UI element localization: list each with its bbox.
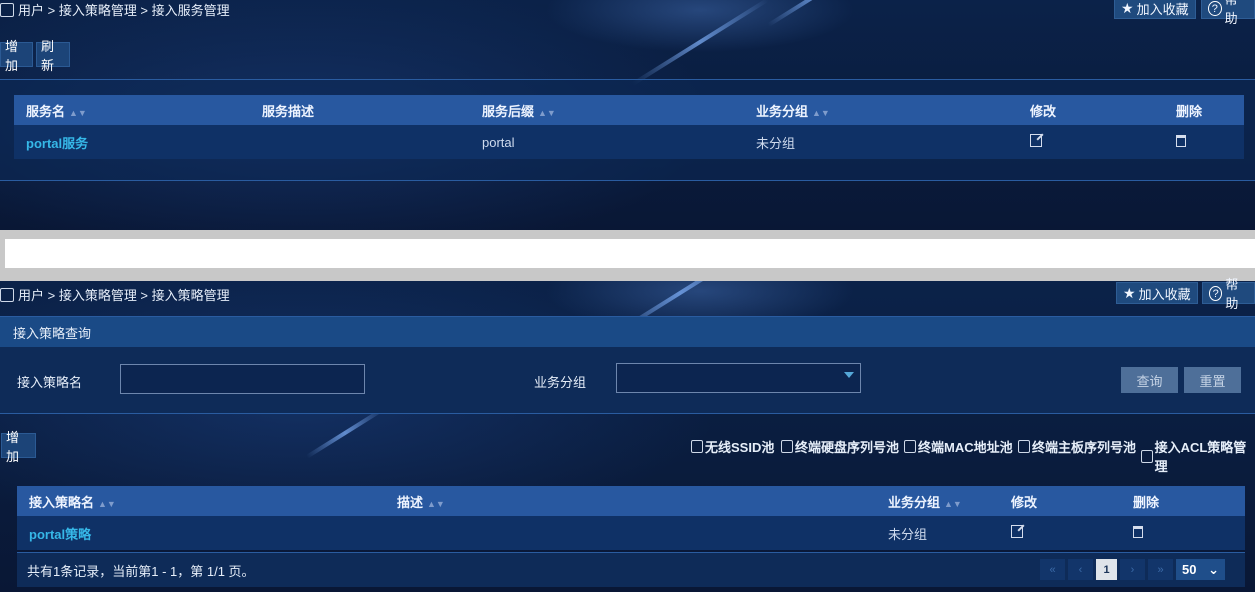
prev-page-button[interactable]: ‹ xyxy=(1068,559,1093,580)
breadcrumb-text: 用户 > 接入策略管理 > 接入服务管理 xyxy=(18,3,230,18)
current-page[interactable]: 1 xyxy=(1096,559,1117,580)
delete-cell xyxy=(1121,516,1245,550)
help-label: 帮助 xyxy=(1224,0,1238,26)
reset-button[interactable]: 重置 xyxy=(1184,367,1241,393)
policy-name-link[interactable]: portal策略 xyxy=(17,516,385,550)
sort-icon: ▲▼ xyxy=(427,498,445,509)
query-button[interactable]: 查询 xyxy=(1121,367,1178,393)
page-size-value: 50 xyxy=(1182,562,1197,577)
desc-cell xyxy=(385,516,876,550)
chevron-down-icon: ⌄ xyxy=(1208,561,1219,577)
refresh-button[interactable]: 刷新 xyxy=(36,39,70,73)
pool-icon xyxy=(1018,440,1030,453)
table-row: portal服务 portal 未分组 xyxy=(14,125,1244,159)
breadcrumb: 用户 > 接入策略管理 > 接入策略管理 xyxy=(0,285,230,304)
tool-board-serial-pool[interactable]: 终端主板序列号池 xyxy=(1018,437,1136,456)
query-section-header: 接入策略查询 xyxy=(0,316,1255,348)
trash-icon[interactable] xyxy=(1133,525,1143,538)
first-page-button[interactable]: « xyxy=(1040,559,1065,580)
add-favorite-label: 加入收藏 xyxy=(1138,286,1191,302)
sort-icon: ▲▼ xyxy=(98,498,116,509)
last-page-button[interactable]: » xyxy=(1148,559,1173,580)
group-cell: 未分组 xyxy=(876,516,999,550)
column-header-service-suffix[interactable]: 服务后缀 ▲▼ xyxy=(470,95,744,125)
service-desc-cell xyxy=(250,125,470,159)
acl-icon xyxy=(1141,449,1153,463)
query-form: 接入策略名 业务分组 查询 重置 xyxy=(0,347,1255,414)
pool-icon xyxy=(904,440,916,453)
column-header-edit: 修改 xyxy=(1018,95,1164,125)
service-suffix-cell: portal xyxy=(470,125,744,159)
sort-icon: ▲▼ xyxy=(812,107,830,118)
delete-cell xyxy=(1164,125,1244,159)
policy-table: 接入策略名 ▲▼ 描述 ▲▼ 业务分组 ▲▼ 修改 删除 portal策略 未分组 xyxy=(17,486,1245,550)
trash-icon[interactable] xyxy=(1176,134,1186,147)
breadcrumb: 用户 > 接入策略管理 > 接入服务管理 xyxy=(0,0,230,19)
table-row: portal策略 未分组 xyxy=(17,516,1245,550)
table-header-row: 服务名 ▲▼ 服务描述 服务后缀 ▲▼ 业务分组 ▲▼ 修改 删除 xyxy=(14,95,1244,125)
column-header-delete: 删除 xyxy=(1121,486,1245,516)
help-icon: ? xyxy=(1209,285,1223,301)
screenshot-divider xyxy=(0,230,1255,281)
tool-disk-serial-pool[interactable]: 终端硬盘序列号池 xyxy=(781,437,899,456)
edit-cell xyxy=(1018,125,1164,159)
user-icon xyxy=(0,2,14,17)
column-header-service-name[interactable]: 服务名 ▲▼ xyxy=(14,95,250,125)
column-header-group[interactable]: 业务分组 ▲▼ xyxy=(744,95,1018,125)
policy-name-input[interactable] xyxy=(120,364,365,394)
add-favorite-button[interactable]: ★ 加入收藏 xyxy=(1116,282,1198,304)
background-decoration xyxy=(767,0,863,27)
edit-icon[interactable] xyxy=(1030,134,1042,147)
sort-icon: ▲▼ xyxy=(69,107,87,118)
background-decoration xyxy=(631,0,769,87)
table-header-row: 接入策略名 ▲▼ 描述 ▲▼ 业务分组 ▲▼ 修改 删除 xyxy=(17,486,1245,516)
pool-icon xyxy=(781,440,793,453)
tool-mac-pool[interactable]: 终端MAC地址池 xyxy=(904,437,1013,456)
page-size-select[interactable]: 50 ⌄ xyxy=(1176,559,1225,580)
query-title: 接入策略查询 xyxy=(13,326,92,341)
group-select[interactable] xyxy=(616,363,861,393)
user-icon xyxy=(0,287,14,302)
column-header-desc[interactable]: 描述 ▲▼ xyxy=(385,486,876,516)
help-button[interactable]: ? 帮助 xyxy=(1202,277,1255,311)
edit-icon[interactable] xyxy=(1011,525,1023,538)
breadcrumb-text: 用户 > 接入策略管理 > 接入策略管理 xyxy=(18,288,230,303)
sort-icon: ▲▼ xyxy=(538,107,556,118)
add-button[interactable]: 增加 xyxy=(1,430,36,464)
star-icon: ★ xyxy=(1123,285,1136,301)
next-page-button[interactable]: › xyxy=(1120,559,1145,580)
service-table: 服务名 ▲▼ 服务描述 服务后缀 ▲▼ 业务分组 ▲▼ 修改 删除 portal服务 … xyxy=(14,95,1244,159)
help-icon: ? xyxy=(1208,0,1222,16)
sort-icon: ▲▼ xyxy=(944,498,962,509)
pagination: « ‹ 1 › » 50 ⌄ xyxy=(1040,559,1225,580)
column-header-service-desc: 服务描述 xyxy=(250,95,470,125)
policy-name-label: 接入策略名 xyxy=(17,375,83,390)
pool-icon xyxy=(691,440,703,453)
column-header-group[interactable]: 业务分组 ▲▼ xyxy=(876,486,999,516)
chevron-down-icon xyxy=(844,372,854,378)
service-management-panel: 用户 > 接入策略管理 > 接入服务管理 ★ 加入收藏 ? 帮助 增加 刷新 服… xyxy=(0,0,1255,230)
service-name-link[interactable]: portal服务 xyxy=(14,125,250,159)
group-label: 业务分组 xyxy=(534,375,587,390)
add-button[interactable]: 增加 xyxy=(0,39,33,73)
column-header-delete: 删除 xyxy=(1164,95,1244,125)
edit-cell xyxy=(999,516,1121,550)
column-header-policy-name[interactable]: 接入策略名 ▲▼ xyxy=(17,486,385,516)
add-favorite-label: 加入收藏 xyxy=(1136,1,1189,17)
help-button[interactable]: ? 帮助 xyxy=(1201,0,1255,26)
group-cell: 未分组 xyxy=(744,125,1018,159)
help-label: 帮助 xyxy=(1225,277,1239,311)
table-footer: 共有1条记录，当前第1 - 1，第 1/1 页。 « ‹ 1 › » 50 ⌄ xyxy=(17,552,1245,587)
tool-acl-policy[interactable]: 接入ACL策略管理 xyxy=(1141,437,1255,475)
column-header-edit: 修改 xyxy=(999,486,1121,516)
tool-ssid-pool[interactable]: 无线SSID池 xyxy=(691,437,774,456)
add-favorite-button[interactable]: ★ 加入收藏 xyxy=(1114,0,1196,19)
star-icon: ★ xyxy=(1121,0,1134,16)
background-decoration xyxy=(305,407,385,459)
record-summary: 共有1条记录，当前第1 - 1，第 1/1 页。 xyxy=(27,564,255,579)
